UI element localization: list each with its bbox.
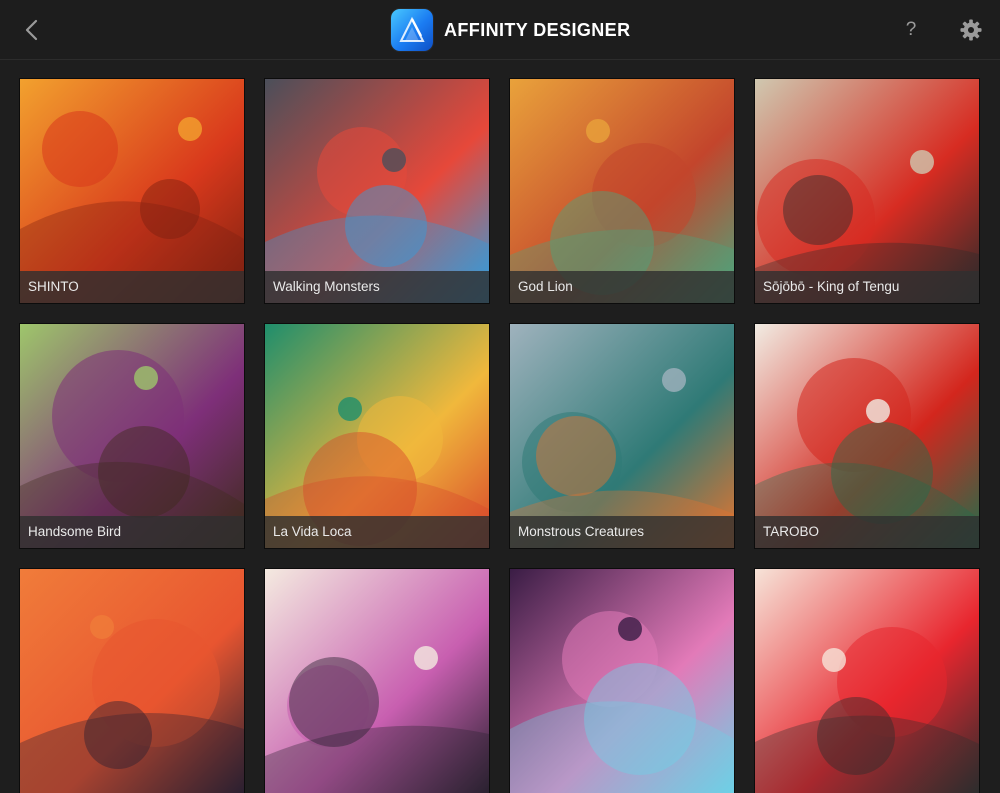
gallery-tile[interactable] xyxy=(510,569,734,793)
gallery-tile[interactable] xyxy=(265,569,489,793)
gear-icon xyxy=(960,19,982,41)
tile-caption: TAROBO xyxy=(755,516,979,548)
gallery-tile[interactable]: Walking Monsters xyxy=(265,79,489,303)
artwork-thumbnail xyxy=(20,569,244,793)
artwork-thumbnail xyxy=(755,569,979,793)
top-bar: AFFINITY DESIGNER ? xyxy=(0,0,1000,60)
gallery-tile[interactable]: TAROBO xyxy=(755,324,979,548)
tile-caption: Monstrous Creatures xyxy=(510,516,734,548)
artwork-thumbnail xyxy=(755,79,979,303)
artwork-thumbnail xyxy=(510,569,734,793)
artwork-thumbnail xyxy=(20,79,244,303)
gallery-tile[interactable]: Sōjōbō - King of Tengu xyxy=(755,79,979,303)
artwork-thumbnail xyxy=(510,324,734,548)
gallery-tile[interactable]: Monstrous Creatures xyxy=(510,324,734,548)
help-button[interactable]: ? xyxy=(898,16,924,44)
gallery-tile[interactable]: God Lion xyxy=(510,79,734,303)
artwork-thumbnail xyxy=(20,324,244,548)
affinity-designer-logo-icon xyxy=(391,9,433,51)
tile-caption: SHINTO xyxy=(20,271,244,303)
tile-caption: La Vida Loca xyxy=(265,516,489,548)
gallery-tile[interactable]: La Vida Loca xyxy=(265,324,489,548)
tile-caption: Handsome Bird xyxy=(20,516,244,548)
app-brand: AFFINITY DESIGNER xyxy=(391,8,630,52)
artwork-thumbnail xyxy=(510,79,734,303)
artwork-thumbnail xyxy=(265,569,489,793)
tile-caption: Sōjōbō - King of Tengu xyxy=(755,271,979,303)
gallery-tile[interactable]: SHINTO xyxy=(20,79,244,303)
gallery-tile[interactable] xyxy=(20,569,244,793)
gallery-tile[interactable] xyxy=(755,569,979,793)
tile-caption: God Lion xyxy=(510,271,734,303)
settings-button[interactable] xyxy=(957,16,985,44)
chevron-left-icon xyxy=(25,19,38,41)
artwork-thumbnail xyxy=(265,324,489,548)
tile-caption: Walking Monsters xyxy=(265,271,489,303)
artwork-thumbnail xyxy=(755,324,979,548)
back-button[interactable] xyxy=(16,14,46,46)
artwork-thumbnail xyxy=(265,79,489,303)
gallery-tile[interactable]: Handsome Bird xyxy=(20,324,244,548)
app-title: AFFINITY DESIGNER xyxy=(444,19,631,40)
